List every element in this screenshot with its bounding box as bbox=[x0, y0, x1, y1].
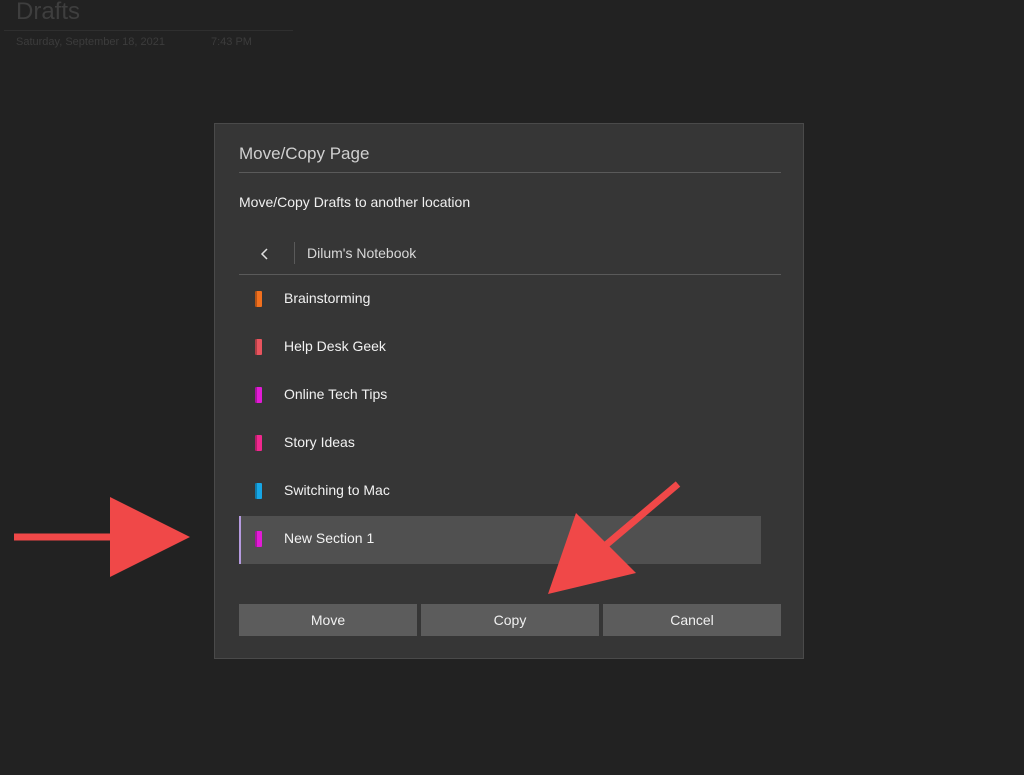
cancel-button[interactable]: Cancel bbox=[603, 604, 781, 636]
section-tab-icon bbox=[255, 483, 262, 499]
page-title-divider bbox=[4, 30, 293, 31]
section-item-switching-to-mac[interactable]: Switching to Mac bbox=[239, 468, 761, 516]
section-item-online-tech-tips[interactable]: Online Tech Tips bbox=[239, 372, 761, 420]
dialog-title-divider bbox=[239, 172, 781, 173]
nav-divider bbox=[294, 242, 295, 264]
notebook-nav-bar: Dilum's Notebook bbox=[239, 236, 781, 275]
notebook-name: Dilum's Notebook bbox=[307, 245, 417, 261]
dialog-subtitle: Move/Copy Drafts to another location bbox=[239, 194, 471, 210]
section-label: Story Ideas bbox=[284, 434, 355, 450]
page-date: Saturday, September 18, 2021 bbox=[16, 36, 166, 48]
onenote-page-background: Drafts Saturday, September 18, 2021 7:43… bbox=[0, 0, 1024, 775]
section-label: Brainstorming bbox=[284, 290, 371, 306]
section-tab-icon bbox=[255, 387, 262, 403]
section-label: Help Desk Geek bbox=[284, 338, 386, 354]
copy-button[interactable]: Copy bbox=[421, 604, 599, 636]
section-item-story-ideas[interactable]: Story Ideas bbox=[239, 420, 761, 468]
section-item-brainstorming[interactable]: Brainstorming bbox=[239, 276, 761, 324]
section-item-new-section-1[interactable]: New Section 1 bbox=[239, 516, 761, 564]
page-time: 7:43 PM bbox=[211, 36, 252, 48]
dialog-button-row: Move Copy Cancel bbox=[239, 604, 781, 636]
page-title: Drafts bbox=[16, 0, 81, 25]
section-item-help-desk-geek[interactable]: Help Desk Geek bbox=[239, 324, 761, 372]
section-label: Online Tech Tips bbox=[284, 386, 388, 402]
dialog-title: Move/Copy Page bbox=[239, 144, 370, 163]
section-list: Brainstorming Help Desk Geek Online Tech… bbox=[239, 276, 761, 564]
back-button[interactable] bbox=[253, 240, 277, 268]
move-copy-page-dialog: Move/Copy Page Move/Copy Drafts to anoth… bbox=[214, 123, 804, 659]
section-label: Switching to Mac bbox=[284, 482, 390, 498]
arrow-annotation-left-icon bbox=[14, 497, 190, 577]
chevron-left-icon bbox=[260, 248, 268, 260]
section-label: New Section 1 bbox=[284, 530, 375, 546]
section-tab-icon bbox=[255, 291, 262, 307]
section-tab-icon bbox=[255, 531, 262, 547]
move-button[interactable]: Move bbox=[239, 604, 417, 636]
section-tab-icon bbox=[255, 339, 262, 355]
section-tab-icon bbox=[255, 435, 262, 451]
